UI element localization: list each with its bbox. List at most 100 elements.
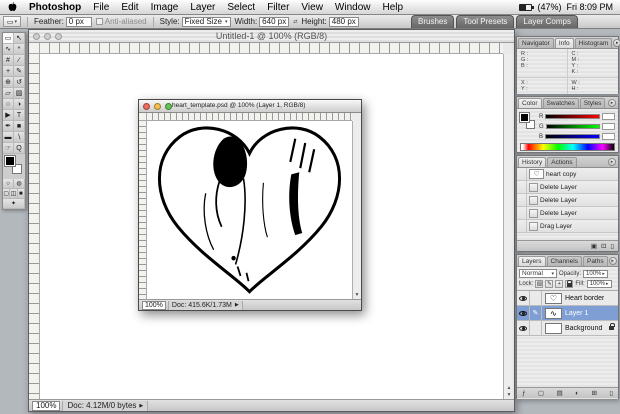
red-slider[interactable] [545,114,600,119]
visibility-toggle[interactable] [517,321,530,335]
blue-value-field[interactable] [602,133,615,140]
tab-color[interactable]: Color [518,98,542,108]
vertical-ruler[interactable] [139,121,147,299]
layer-effects-button[interactable]: ƒ [522,390,526,397]
anti-aliased-checkbox[interactable] [95,18,103,25]
pen-tool[interactable]: ✒ [3,121,14,132]
zoom-tool[interactable]: Q [14,143,25,154]
link-cell[interactable] [530,291,542,305]
history-source-well[interactable] [517,168,527,180]
minimize-button[interactable] [154,102,161,110]
menu-photoshop[interactable]: Photoshop [23,2,87,13]
vertical-scrollbar[interactable]: ▲ ▼ [503,54,514,399]
close-button-inactive[interactable] [33,32,40,40]
palette-menu-icon[interactable]: ▸ [613,39,620,47]
horizontal-ruler[interactable] [40,43,503,54]
blur-tool[interactable]: ○ [3,99,14,110]
canvas[interactable] [147,121,352,299]
new-document-from-state-button[interactable]: ▣ [591,242,597,250]
menu-image[interactable]: Image [145,0,185,14]
history-brush-tool[interactable]: ↺ [14,77,25,88]
scroll-down-icon[interactable]: ▼ [507,392,512,398]
menu-view[interactable]: View [295,0,329,14]
vertical-ruler[interactable] [29,54,40,399]
full-screen-menubar-mode-button[interactable]: ◫ [10,189,18,199]
shape-tool[interactable]: ■ [14,121,25,132]
tab-navigator[interactable]: Navigator [518,38,554,48]
new-snapshot-button[interactable]: ⊡ [601,242,606,250]
brush-tool[interactable]: ✎ [14,66,25,77]
history-source-well[interactable] [517,220,527,232]
history-source-well[interactable] [517,181,527,193]
visibility-toggle[interactable] [517,306,530,320]
lock-pixels-button[interactable]: ✎ [545,280,554,288]
full-screen-mode-button[interactable]: ■ [17,189,25,199]
move-tool[interactable]: ↖ [14,33,25,44]
window-titlebar[interactable]: Untitled-1 @ 100% (RGB/8) [29,30,514,43]
menu-select[interactable]: Select [221,0,261,14]
zoom-level-field[interactable]: 100% [142,300,166,310]
history-snapshot-row[interactable]: ♡ heart copy [517,168,618,181]
style-select[interactable]: Fixed Size ▾ [181,16,231,27]
magic-wand-tool[interactable]: * [14,44,25,55]
tab-swatches[interactable]: Swatches [542,98,579,108]
layer-row-background[interactable]: Background [517,321,618,336]
vertical-scrollbar[interactable]: ▼ [352,121,361,299]
battery-icon[interactable] [519,3,535,11]
feather-input[interactable]: 0 px [65,16,92,27]
clone-stamp-tool[interactable]: ⊕ [3,77,14,88]
color-ramp[interactable] [520,143,615,151]
lasso-tool[interactable]: ∿ [3,44,14,55]
slice-tool[interactable]: ∕ [14,55,25,66]
lock-transparency-button[interactable]: ▨ [535,280,544,288]
green-slider[interactable] [545,124,600,129]
history-state-row[interactable]: Delete Layer [517,194,618,207]
menu-layer[interactable]: Layer [184,0,221,14]
swap-dimensions-icon[interactable]: ⇄ [293,19,297,25]
layer-name[interactable]: Heart border [565,295,604,302]
zoom-button-inactive[interactable] [55,32,62,40]
hand-tool[interactable]: ☞ [3,143,14,154]
tab-paths[interactable]: Paths [582,256,608,266]
layer-set-button[interactable]: ▤ [557,389,563,397]
tab-channels[interactable]: Channels [546,256,582,266]
tab-styles[interactable]: Styles [579,98,606,108]
palette-menu-icon[interactable]: ▸ [608,257,617,265]
tab-info[interactable]: Info [554,38,574,48]
layer-row-heart-border[interactable]: ♡ Heart border [517,291,618,306]
tab-history[interactable]: History [518,157,547,167]
red-value-field[interactable] [602,113,615,120]
healing-brush-tool[interactable]: + [3,66,14,77]
menu-filter[interactable]: Filter [261,0,295,14]
delete-state-button[interactable]: ▯ [610,242,614,250]
history-source-well[interactable] [517,194,527,206]
layer-name[interactable]: Background [565,325,602,332]
rectangular-marquee-tool[interactable]: ▭ [3,33,14,44]
eyedropper-tool[interactable]: ∖ [14,132,25,143]
blend-mode-select[interactable]: Normal ▾ [519,269,557,278]
layer-comps-palette-button[interactable]: Layer Comps [516,15,578,28]
notes-tool[interactable]: ▬ [3,132,14,143]
quick-mask-mode-button[interactable]: ◍ [14,179,25,189]
standard-screen-mode-button[interactable]: ▢ [3,189,11,199]
history-source-well[interactable] [517,207,527,219]
layer-mask-button[interactable]: ▢ [538,389,544,397]
dodge-tool[interactable]: ◑ [14,99,25,110]
history-state-row[interactable]: Delete Layer [517,207,618,220]
apple-menu-icon[interactable] [8,2,17,12]
foreground-color-swatch[interactable] [4,155,16,167]
close-button[interactable] [143,102,150,110]
zoom-button[interactable] [165,102,172,110]
new-layer-button[interactable]: ⊞ [592,389,597,397]
crop-tool[interactable]: # [3,55,14,66]
lock-position-button[interactable]: + [555,280,564,288]
delete-layer-button[interactable]: ▯ [609,389,613,397]
jump-to-imageready-button[interactable]: ✦ [3,199,25,209]
opacity-field[interactable]: 100% ▸ [583,269,608,278]
history-state-row[interactable]: Drag Layer [517,220,618,233]
adjustment-layer-button[interactable]: ◐ [575,390,579,397]
status-menu-icon[interactable]: ▶ [139,403,143,409]
history-state-row[interactable]: Delete Layer [517,181,618,194]
active-paint-cell[interactable]: ✎ [530,306,542,320]
layer-name[interactable]: Layer 1 [565,310,588,317]
